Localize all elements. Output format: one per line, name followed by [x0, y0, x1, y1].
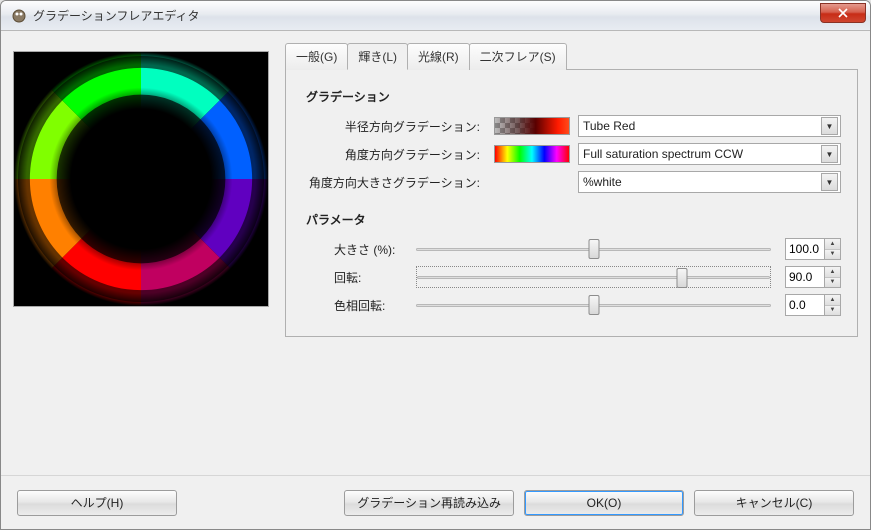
spin-up-icon[interactable]: ▲ [825, 295, 840, 306]
angular-size-gradation-row: 角度方向大きさグラデーション: %white ▼ [306, 171, 841, 193]
flare-preview[interactable] [13, 51, 269, 307]
ok-button[interactable]: OK(O) [524, 490, 684, 516]
chevron-down-icon: ▼ [821, 145, 838, 163]
reread-gradation-button[interactable]: グラデーション再読み込み [344, 490, 514, 516]
tab-glow[interactable]: 輝き(L) [347, 43, 408, 70]
angular-gradation-row: 角度方向グラデーション: Full saturation spectrum CC… [306, 143, 841, 165]
tab-second-flare[interactable]: 二次フレア(S) [469, 43, 567, 70]
angular-size-gradation-label: 角度方向大きさグラデーション: [306, 174, 486, 191]
footer: ヘルプ(H) グラデーション再読み込み OK(O) キャンセル(C) [1, 475, 870, 529]
hue-rotation-label: 色相回転: [306, 297, 402, 314]
rotation-row: 回転: ▲▼ [306, 266, 841, 288]
chevron-down-icon: ▼ [821, 173, 838, 191]
angular-gradation-value: Full saturation spectrum CCW [583, 147, 821, 161]
angular-gradation-label: 角度方向グラデーション: [306, 146, 486, 163]
close-icon [838, 8, 848, 18]
app-icon [11, 8, 27, 24]
titlebar: グラデーションフレアエディタ [1, 1, 870, 31]
radial-gradation-select[interactable]: Tube Red ▼ [578, 115, 841, 137]
spin-up-icon[interactable]: ▲ [825, 239, 840, 250]
help-button[interactable]: ヘルプ(H) [17, 490, 177, 516]
spin-up-icon[interactable]: ▲ [825, 267, 840, 278]
window-title: グラデーションフレアエディタ [33, 7, 200, 24]
rotation-spin[interactable]: ▲▼ [785, 266, 841, 288]
angular-gradation-preview[interactable] [494, 145, 570, 163]
size-input[interactable] [785, 238, 825, 260]
hue-rotation-spin[interactable]: ▲▼ [785, 294, 841, 316]
radial-gradation-preview[interactable] [494, 117, 570, 135]
hue-rotation-row: 色相回転: ▲▼ [306, 294, 841, 316]
cancel-button[interactable]: キャンセル(C) [694, 490, 854, 516]
spin-down-icon[interactable]: ▼ [825, 306, 840, 316]
angular-size-gradation-value: %white [583, 175, 821, 189]
size-row: 大きさ (%): ▲▼ [306, 238, 841, 260]
rotation-slider[interactable] [416, 266, 771, 288]
content-area: 一般(G) 輝き(L) 光線(R) 二次フレア(S) グラデーション 半径方向グ… [1, 31, 870, 475]
gradation-section-label: グラデーション [306, 88, 841, 105]
size-slider[interactable] [416, 238, 771, 260]
spin-down-icon[interactable]: ▼ [825, 278, 840, 288]
tab-panel: グラデーション 半径方向グラデーション: Tube Red ▼ 角度方向グラデー… [285, 69, 858, 337]
tab-rays[interactable]: 光線(R) [407, 43, 470, 70]
angular-gradation-select[interactable]: Full saturation spectrum CCW ▼ [578, 143, 841, 165]
rotation-input[interactable] [785, 266, 825, 288]
close-button[interactable] [820, 3, 866, 23]
spin-down-icon[interactable]: ▼ [825, 250, 840, 260]
size-label: 大きさ (%): [306, 241, 402, 258]
angular-size-gradation-select[interactable]: %white ▼ [578, 171, 841, 193]
radial-gradation-label: 半径方向グラデーション: [306, 118, 486, 135]
tab-general[interactable]: 一般(G) [285, 43, 348, 70]
preview-column [13, 43, 269, 463]
radial-gradation-value: Tube Red [583, 119, 821, 133]
tab-bar: 一般(G) 輝き(L) 光線(R) 二次フレア(S) [285, 43, 858, 70]
right-column: 一般(G) 輝き(L) 光線(R) 二次フレア(S) グラデーション 半径方向グ… [285, 43, 858, 463]
parameters-section-label: パラメータ [306, 211, 841, 228]
rotation-label: 回転: [306, 269, 402, 286]
hue-rotation-slider[interactable] [416, 294, 771, 316]
radial-gradation-row: 半径方向グラデーション: Tube Red ▼ [306, 115, 841, 137]
chevron-down-icon: ▼ [821, 117, 838, 135]
hue-rotation-input[interactable] [785, 294, 825, 316]
editor-window: グラデーションフレアエディタ [0, 0, 871, 530]
size-spin[interactable]: ▲▼ [785, 238, 841, 260]
